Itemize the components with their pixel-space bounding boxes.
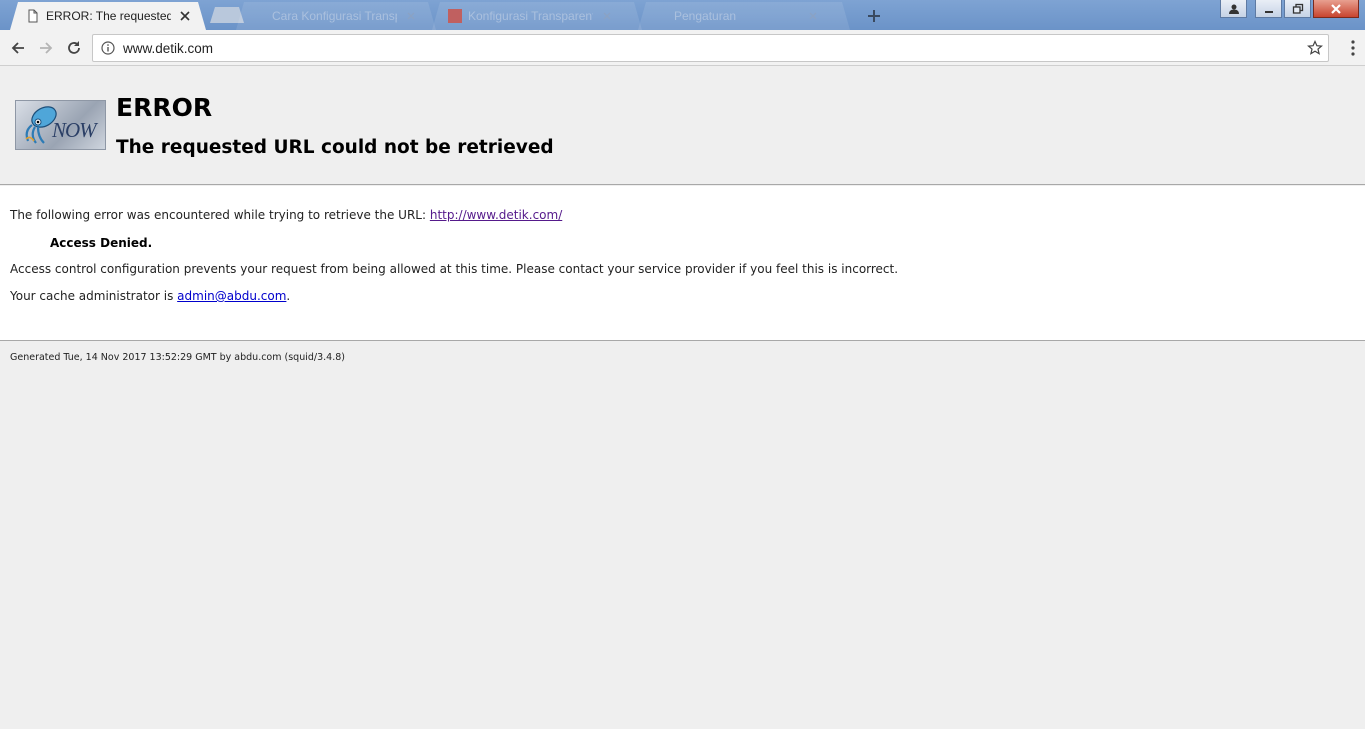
error-title: Access Denied. [50, 236, 153, 250]
close-icon[interactable] [807, 10, 819, 22]
arrow-right-icon [40, 42, 53, 54]
close-window-button[interactable] [1313, 0, 1359, 18]
reload-button[interactable] [64, 38, 84, 58]
page-subtitle: The requested URL could not be retrieved [116, 137, 554, 158]
settings-icon [654, 9, 668, 23]
page-icon [252, 9, 266, 23]
error-header: NOW ERROR The requested URL could not be… [0, 67, 1365, 185]
address-bar[interactable]: www.detik.com [92, 34, 1329, 62]
close-icon[interactable] [179, 10, 191, 22]
requested-url-link[interactable]: http://www.detik.com/ [430, 208, 562, 222]
tab-title: Cara Konfigurasi Transparent [272, 9, 397, 23]
admin-suffix: . [286, 289, 291, 303]
intro-text: The following error was encountered whil… [10, 208, 430, 222]
tab-pengaturan[interactable]: Pengaturan [638, 2, 850, 30]
page-title: ERROR [116, 93, 213, 122]
forward-button[interactable] [36, 38, 56, 58]
admin-email-link[interactable]: admin@abdu.com [177, 289, 286, 303]
profile-button[interactable] [1220, 0, 1247, 18]
site-icon [448, 9, 462, 23]
restore-button[interactable] [1284, 0, 1311, 18]
close-icon [1331, 3, 1341, 14]
squid-logo: NOW [15, 100, 106, 150]
browser-toolbar: www.detik.com [0, 30, 1365, 66]
user-icon [1228, 4, 1239, 14]
admin-prefix: Your cache administrator is [10, 289, 178, 303]
tab-title: Konfigurasi Transparent Proxy [468, 9, 593, 23]
tab-error[interactable]: ERROR: The requested URL could not be re… [10, 2, 206, 30]
reload-icon [68, 41, 80, 54]
error-content: The following error was encountered whil… [0, 186, 1365, 341]
page-icon [28, 9, 38, 23]
bookmark-star-icon[interactable] [1307, 40, 1323, 56]
back-button[interactable] [8, 38, 28, 58]
logo-text: NOW [52, 118, 97, 142]
menu-dots-icon[interactable] [1351, 40, 1355, 56]
minimize-button[interactable] [1255, 0, 1282, 18]
window-controls [1220, 0, 1359, 18]
admin-line: Your cache administrator is admin@abdu.c… [10, 289, 290, 303]
intro-line: The following error was encountered whil… [10, 208, 562, 222]
tab-title: ERROR: The requested URL could not be re… [46, 9, 171, 23]
minimize-icon [1264, 10, 1273, 13]
page-viewport: NOW ERROR The requested URL could not be… [0, 67, 1365, 729]
close-icon[interactable] [405, 10, 417, 22]
title-bar: ERROR: The requested URL could not be re… [0, 0, 1365, 30]
restore-icon [1292, 3, 1303, 14]
tab-cara-konfigurasi[interactable]: Cara Konfigurasi Transparent [236, 2, 436, 30]
tab-title: Pengaturan [674, 9, 737, 23]
tab-konfigurasi-transparent[interactable]: Konfigurasi Transparent Proxy [432, 2, 642, 30]
error-description: Access control configuration prevents yo… [10, 262, 899, 276]
info-icon[interactable] [101, 41, 115, 55]
footer-generated: Generated Tue, 14 Nov 2017 13:52:29 GMT … [10, 352, 345, 363]
address-text[interactable]: www.detik.com [123, 41, 213, 56]
new-tab-icon[interactable] [866, 8, 882, 24]
close-icon[interactable] [601, 10, 613, 22]
arrow-left-icon [11, 42, 24, 54]
